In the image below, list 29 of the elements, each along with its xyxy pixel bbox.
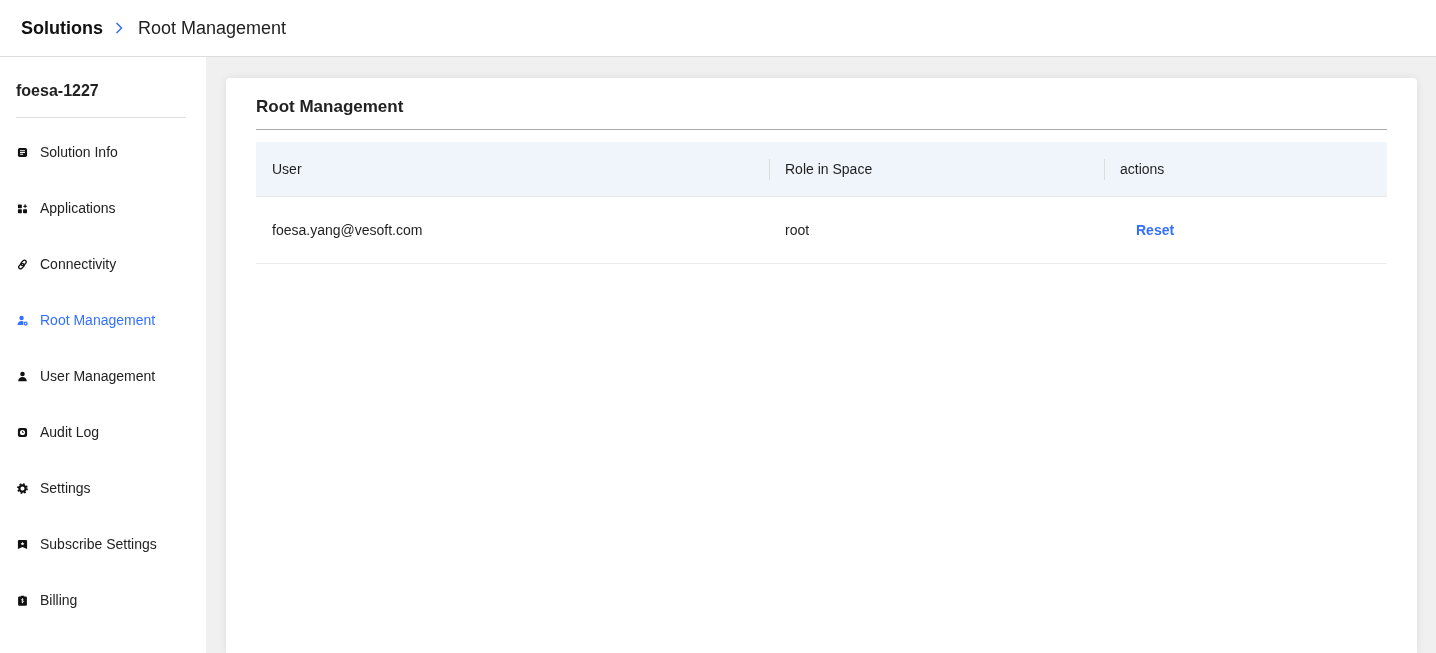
sidebar-item[interactable]: Audit Log [16, 404, 100, 460]
grid-sparkle-icon [17, 202, 28, 214]
clock-document-icon [17, 426, 28, 438]
settings-icon [17, 482, 28, 494]
column-header: actions [1104, 142, 1387, 196]
bookmark-star-icon [17, 538, 28, 550]
breadcrumb-current: Root Management [138, 17, 287, 39]
sidebar-item[interactable]: Subscribe Settings [16, 516, 157, 572]
column-header: Role in Space [769, 142, 1104, 196]
project-name: foesa-1227 [16, 81, 99, 100]
sidebar-item[interactable]: Solution Info [16, 124, 118, 180]
chevron-right-icon [115, 22, 123, 34]
sidebar-item[interactable]: Applications [16, 180, 116, 236]
reset-link[interactable]: Reset [1136, 222, 1175, 238]
column-header: User [271, 160, 303, 179]
document-icon [17, 146, 28, 158]
sidebar-item[interactable]: Connectivity [16, 236, 117, 292]
user-icon [17, 370, 28, 382]
user-gear-icon [17, 314, 28, 326]
panel-title: Root Management [256, 96, 404, 118]
sidebar-item[interactable]: Settings [16, 460, 91, 516]
breadcrumb-link[interactable]: Solutions [21, 17, 103, 39]
clipboard-dollar-icon [17, 594, 28, 606]
sidebar-item[interactable]: Billing [16, 572, 78, 628]
sidebar-item[interactable]: Root Management [16, 292, 156, 348]
table-cell-text: root [784, 222, 811, 238]
link-icon [17, 258, 28, 270]
table-cell-text: foesa.yang@vesoft.com [271, 222, 424, 238]
sidebar-item[interactable]: User Management [16, 348, 156, 404]
